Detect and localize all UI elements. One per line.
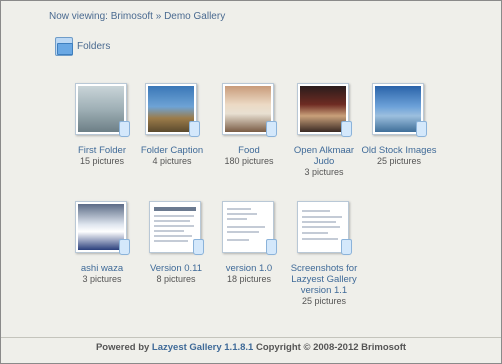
folder-corner-icon [189, 121, 200, 137]
folder-title[interactable]: First Folder [62, 145, 142, 156]
footer-copyright: Copyright © 2008-2012 Brimosoft [253, 342, 407, 353]
folders-heading: Folders [55, 37, 111, 56]
folder-title[interactable]: version 1.0 [209, 263, 289, 274]
folder-title[interactable]: Food [209, 145, 289, 156]
folder-count: 8 pictures [156, 274, 196, 284]
breadcrumb-separator: » [152, 11, 165, 22]
footer-lazyest-link[interactable]: Lazyest Gallery 1.1.8.1 [152, 342, 253, 353]
folders-heading-label: Folders [77, 40, 111, 52]
folder-count: 25 pictures [301, 296, 347, 306]
folder-title[interactable]: Version 0.11 [136, 263, 216, 274]
folder-corner-icon [266, 121, 277, 137]
folder-count: 25 pictures [376, 156, 422, 166]
folder-count: 3 pictures [304, 167, 344, 177]
breadcrumb: Now viewing: Brimosoft » Demo Gallery [49, 11, 225, 22]
folder-corner-icon [416, 121, 427, 137]
folder-corner-icon [119, 121, 130, 137]
folder-count: 15 pictures [79, 156, 125, 166]
folder-icon [55, 37, 73, 56]
breadcrumb-home-link[interactable]: Brimosoft [111, 11, 153, 22]
folder-title[interactable]: ashi waza [62, 263, 142, 274]
gallery-frame: Now viewing: Brimosoft » Demo Gallery Fo… [0, 0, 502, 364]
folder-corner-icon [341, 239, 352, 255]
footer-prefix: Powered by [95, 342, 152, 353]
folder-title[interactable]: Open Alkmaar Judo [284, 145, 364, 167]
folder-corner-icon [119, 239, 130, 255]
folder-count: 3 pictures [82, 274, 122, 284]
folder-title[interactable]: Screenshots for Lazyest Gallery version … [284, 263, 364, 296]
breadcrumb-current-link[interactable]: Demo Gallery [164, 11, 225, 22]
folder-corner-icon [266, 239, 277, 255]
folder-count: 180 pictures [224, 156, 274, 166]
folder-count: 18 pictures [226, 274, 272, 284]
folder-corner-icon [193, 239, 204, 255]
folder-title[interactable]: Folder Caption [132, 145, 212, 156]
folder-title[interactable]: Old Stock Images [359, 145, 439, 156]
footer: Powered by Lazyest Gallery 1.1.8.1 Copyr… [1, 337, 501, 363]
folder-count: 4 pictures [152, 156, 192, 166]
breadcrumb-prefix: Now viewing: [49, 11, 111, 22]
folder-corner-icon [341, 121, 352, 137]
